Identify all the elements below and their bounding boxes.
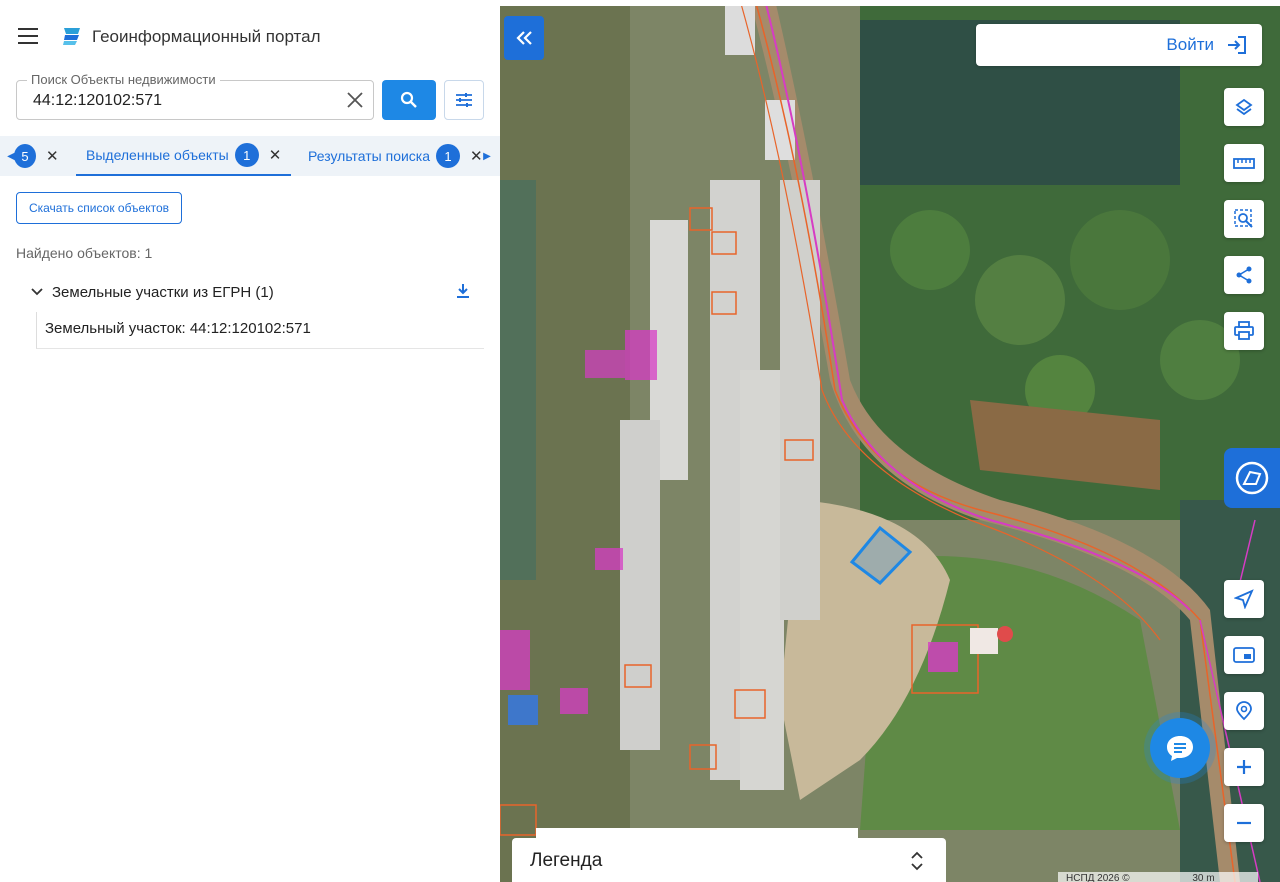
login-icon xyxy=(1228,36,1246,54)
share-icon xyxy=(1236,266,1252,284)
minimap-button[interactable] xyxy=(1224,636,1264,674)
login-button[interactable]: Войти xyxy=(976,24,1262,66)
left-panel: Геоинформационный портал Поиск Объекты н… xyxy=(0,6,500,882)
chat-icon xyxy=(1167,736,1193,761)
collapse-panel-button[interactable] xyxy=(504,16,544,60)
layers-button[interactable] xyxy=(1224,88,1264,126)
locate-button[interactable] xyxy=(1224,580,1264,618)
location-search-button[interactable] xyxy=(1224,692,1264,730)
app-title: Геоинформационный портал xyxy=(92,27,321,46)
tab-selected-objects-close-icon[interactable]: ✕ xyxy=(269,146,282,164)
chevron-down-icon[interactable] xyxy=(30,285,44,299)
ruler-icon xyxy=(1233,158,1255,169)
area-search-icon xyxy=(1234,209,1253,228)
area-search-button[interactable] xyxy=(1224,200,1264,238)
navigation-arrow-icon xyxy=(1234,589,1254,609)
share-button[interactable] xyxy=(1224,256,1264,294)
search-input[interactable]: Поиск Объекты недвижимости 44:12:120102:… xyxy=(16,72,374,120)
bookmarks-bar xyxy=(0,0,1280,6)
chevron-up-down-icon[interactable] xyxy=(910,850,924,872)
legend-label: Легенда xyxy=(530,850,603,871)
tab-previous[interactable]: 5 ✕ xyxy=(14,136,59,176)
tab-selected-objects[interactable]: Выделенные объекты 1 ✕ xyxy=(76,136,292,176)
print-button[interactable] xyxy=(1224,312,1264,350)
tab-previous-badge: 5 xyxy=(14,144,36,168)
search-label: Поиск Объекты недвижимости xyxy=(27,72,220,87)
zoom-out-button[interactable] xyxy=(1224,804,1264,842)
minus-icon xyxy=(1237,821,1251,825)
result-item[interactable]: Земельный участок: 44:12:120102:571 xyxy=(36,312,484,349)
download-icon[interactable] xyxy=(454,282,472,300)
search-button[interactable] xyxy=(382,80,436,120)
location-search-icon xyxy=(1236,701,1252,721)
printer-icon xyxy=(1234,321,1254,340)
tab-selected-objects-label: Выделенные объекты xyxy=(86,147,229,163)
measure-button[interactable] xyxy=(1224,144,1264,182)
double-chevron-left-icon xyxy=(516,31,532,45)
legend-panel[interactable]: Легенда xyxy=(512,838,946,882)
map-attribution: НСПД 2026 © 30 m xyxy=(1058,872,1258,882)
map-panel-icon xyxy=(1235,461,1269,495)
scale-text: 30 m xyxy=(1192,873,1215,882)
zoom-in-button[interactable] xyxy=(1224,748,1264,786)
result-group-title: Земельные участки из ЕГРН (1) xyxy=(52,283,274,301)
tab-previous-close-icon[interactable]: ✕ xyxy=(46,147,59,165)
tab-search-results-label: Результаты поиска xyxy=(308,148,431,164)
download-list-button[interactable]: Скачать список объектов xyxy=(16,192,182,224)
tab-search-results[interactable]: Результаты поиска 1 ✕ xyxy=(308,136,483,176)
login-label: Войти xyxy=(1166,35,1214,54)
side-panel-tab[interactable] xyxy=(1224,448,1280,508)
filter-sliders-icon xyxy=(456,93,472,107)
filter-button[interactable] xyxy=(444,80,484,120)
attribution-text: НСПД 2026 © xyxy=(1066,873,1130,882)
hamburger-icon[interactable] xyxy=(18,28,38,44)
tab-bar: ◀ 5 ✕ Выделенные объекты 1 ✕ Результаты … xyxy=(0,136,500,176)
tab-scroll-right-icon[interactable]: ▶ xyxy=(480,136,494,176)
minimap-icon xyxy=(1233,647,1255,663)
tab-selected-objects-badge: 1 xyxy=(234,143,259,167)
found-count: Найдено объектов: 1 xyxy=(16,245,153,261)
result-group-land-plots[interactable]: Земельные участки из ЕГРН (1) xyxy=(30,280,484,304)
plus-icon xyxy=(1237,760,1251,774)
tab-search-results-badge: 1 xyxy=(436,144,461,168)
portal-logo-icon xyxy=(63,28,80,45)
chat-button[interactable] xyxy=(1150,718,1210,778)
search-value[interactable]: 44:12:120102:571 xyxy=(33,92,162,110)
layers-icon xyxy=(1235,98,1253,116)
search-icon xyxy=(400,91,417,108)
close-icon[interactable] xyxy=(345,90,365,110)
